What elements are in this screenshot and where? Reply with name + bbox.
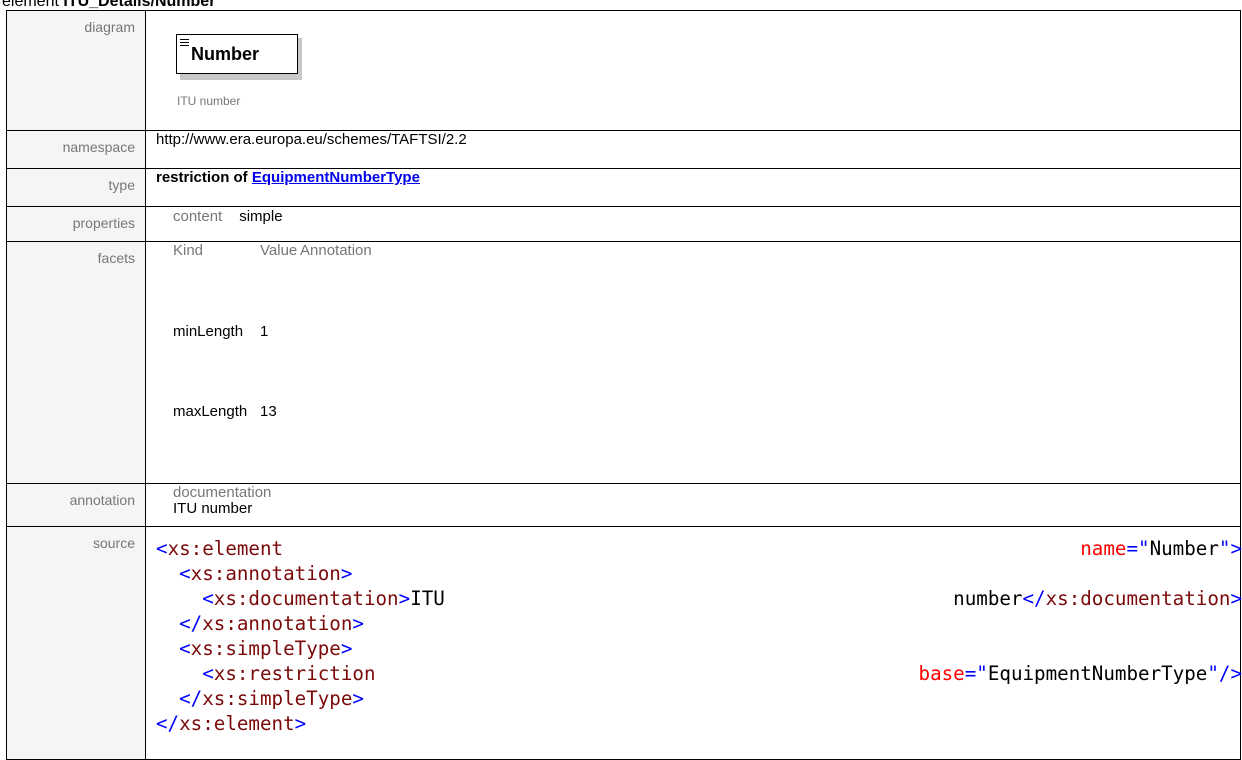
code-line: <xs:documentation>ITU number</xs:document… [202,587,1242,610]
code-line: <xs:simpleType> [179,637,353,660]
row-namespace: namespace http://www.era.europa.eu/schem… [6,130,1241,169]
namespace-value: http://www.era.europa.eu/schemes/TAFTSI/… [145,130,1241,169]
row-diagram: diagram Number ITU number [6,10,1241,131]
facets-table: Kind Value Annotation minLength 1 maxLen… [173,243,372,483]
code-line: </xs:simpleType> [179,687,364,710]
facets-header-kind: Kind [173,242,204,259]
property-key: content [173,208,223,225]
label-namespace: namespace [6,130,146,169]
facet-value: 1 [260,323,269,340]
element-content-icon [180,39,189,47]
properties-table: content simple [156,208,283,241]
diagram-cell: Number ITU number [145,10,1241,131]
property-value: simple [239,208,283,225]
row-source: source <xs:element name="Number"> <xs:ann… [6,526,1242,760]
facets-cell: Kind Value Annotation minLength 1 maxLen… [145,241,1241,484]
row-type: type restriction of EquipmentNumberType [6,168,1241,207]
code-line: </xs:annotation> [179,612,364,635]
code-line: </xs:element> [156,712,307,735]
code-line: <xs:element name="Number"> [156,537,1242,560]
row-properties: properties content simple [6,206,1241,242]
code-line: <xs:restriction base="EquipmentNumberType… [202,662,1242,685]
heading-prefix: element [2,0,64,10]
facets-header-value: Value [260,242,298,259]
type-value: restriction of EquipmentNumberType [145,168,1241,207]
type-prefix: restriction of [156,169,252,186]
source-cell: <xs:element name="Number"> <xs:annotation… [145,526,1242,760]
element-box-documentation: ITU number [177,94,241,108]
label-facets: facets [6,241,146,484]
element-box-name: Number [191,44,260,64]
facets-header-annotation: Annotation [300,242,372,259]
facet-value: 13 [260,403,277,420]
element-box[interactable]: Number [176,34,298,74]
annotation-key: documentation [173,484,272,501]
label-type: type [6,168,146,207]
properties-cell: content simple [145,206,1241,242]
row-annotation: annotation documentation ITU number [6,483,1241,527]
facet-kind: minLength [173,323,244,340]
element-diagram: Number ITU number [156,11,1240,130]
facet-annotation [300,403,372,483]
heading-element-path: ITU_Details/Number [63,0,216,10]
row-facets: facets Kind Value Annotation minLength 1… [6,241,1241,484]
label-annotation: annotation [6,483,146,527]
annotation-cell: documentation ITU number [145,483,1241,527]
facet-kind: maxLength [173,403,248,420]
facet-annotation [300,323,372,403]
annotation-value: ITU number [173,500,253,517]
code-line: <xs:annotation> [179,562,353,585]
source-code: <xs:element name="Number"> <xs:annotation… [156,536,1242,736]
label-source: source [6,526,146,760]
label-diagram: diagram [6,10,146,131]
type-link[interactable]: EquipmentNumberType [252,169,420,186]
element-doc-table: diagram Number ITU number namespace http… [6,10,1242,760]
label-properties: properties [6,206,146,242]
